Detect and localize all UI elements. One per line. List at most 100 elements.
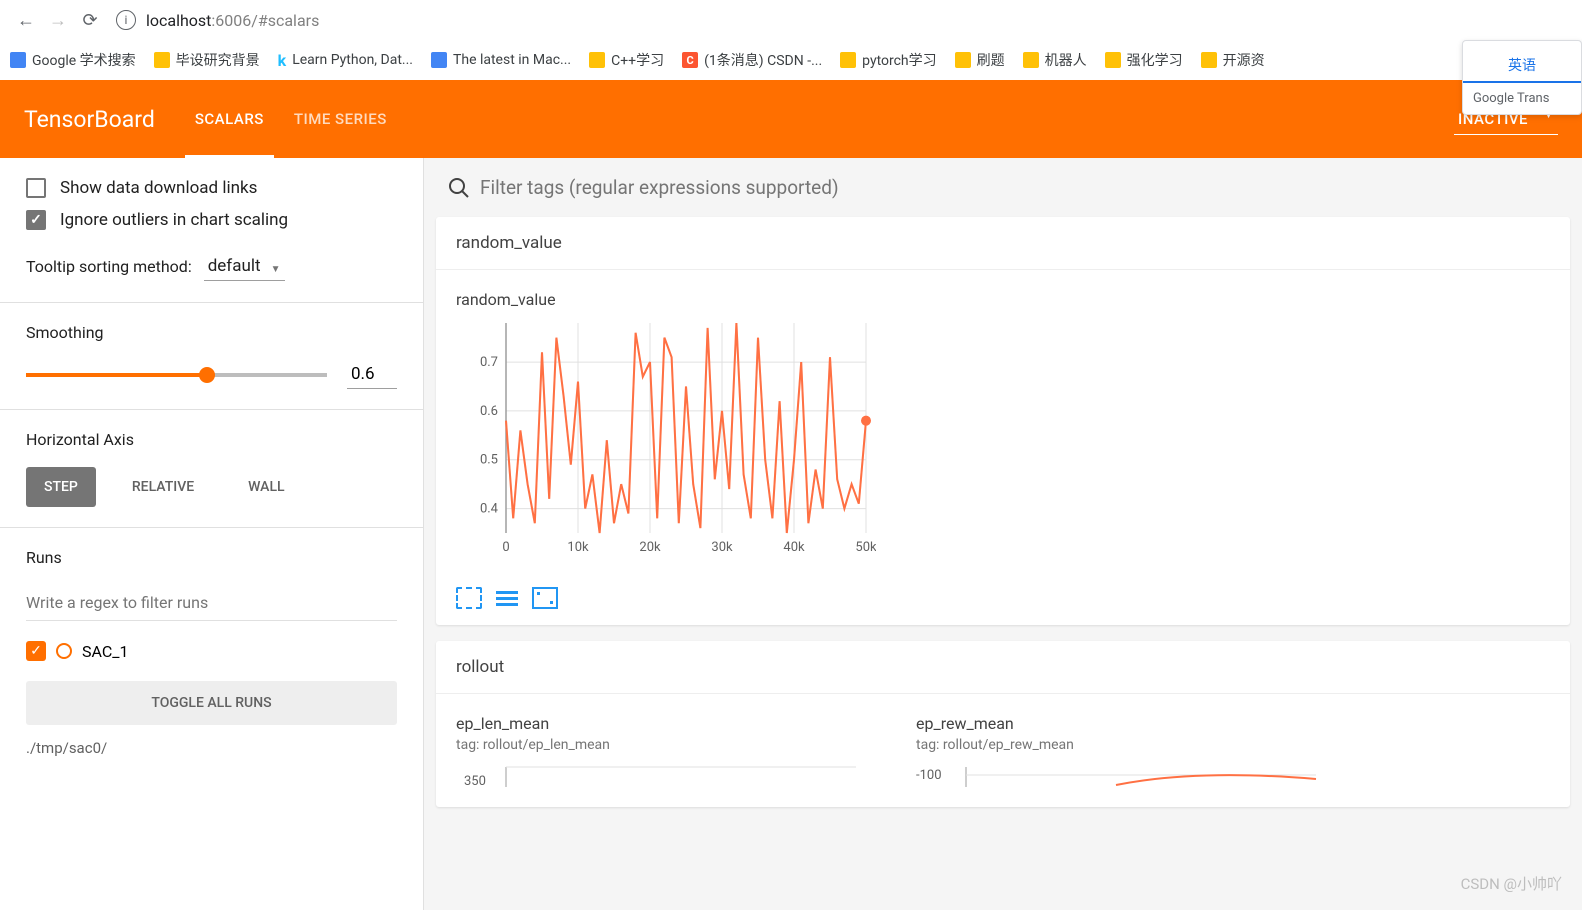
folder-icon [589,52,605,68]
bookmark-item[interactable]: The latest in Mac... [431,52,571,68]
google-translate-popup[interactable]: 英语 Google Trans [1462,40,1582,115]
tab-scalars[interactable]: SCALARS [195,80,264,158]
search-icon [448,177,470,199]
divider [0,409,423,410]
bookmark-label: 开源资 [1223,50,1265,70]
bookmark-item[interactable]: 开源资 [1201,50,1265,70]
site-icon [10,52,26,68]
tooltip-sort-label: Tooltip sorting method: [26,257,192,276]
expand-chart-icon[interactable] [456,587,482,609]
bookmark-label: 毕设研究背景 [176,50,260,70]
card-rollout: rollout ep_len_mean tag: rollout/ep_len_… [436,641,1570,807]
smoothing-slider[interactable] [26,373,327,377]
svg-text:10k: 10k [567,540,589,555]
show-download-label: Show data download links [60,178,257,198]
header-tabs: SCALARS TIME SERIES [195,80,387,158]
chart-ep-rew-mean[interactable]: -100 [916,757,1336,787]
divider [0,302,423,303]
ignore-outliers-checkbox[interactable] [26,210,46,230]
toggle-all-runs-button[interactable]: TOGGLE ALL RUNS [26,681,397,725]
bookmark-item[interactable]: kLearn Python, Dat... [278,51,413,70]
back-button[interactable]: ← [10,4,42,36]
axis-button-group: STEP RELATIVE WALL [26,467,397,507]
tab-time-series[interactable]: TIME SERIES [294,80,387,158]
run-color-swatch [56,643,72,659]
svg-text:0.7: 0.7 [480,355,498,370]
axis-wall-button[interactable]: WALL [230,467,302,507]
svg-text:0.4: 0.4 [480,502,499,517]
run-name: SAC_1 [82,642,128,661]
bookmark-label: 强化学习 [1127,50,1183,70]
translate-brand: Google Trans [1463,83,1581,106]
run-path: ./tmp/sac0/ [26,739,397,757]
bookmark-item[interactable]: pytorch学习 [840,50,937,70]
smoothing-label: Smoothing [26,323,397,342]
svg-text:30k: 30k [711,540,733,555]
svg-text:50k: 50k [855,540,876,555]
address-bar[interactable]: i localhost:6006/#scalars [116,10,1572,30]
fit-domain-icon[interactable] [532,587,558,609]
csdn-icon: C [682,52,698,68]
folder-icon [1023,52,1039,68]
bookmark-item[interactable]: 毕设研究背景 [154,50,260,70]
bookmark-item[interactable]: 机器人 [1023,50,1087,70]
tag-filter-input[interactable] [480,176,1570,199]
svg-text:40k: 40k [783,540,805,555]
bookmark-item[interactable]: C++学习 [589,50,664,70]
card-random-value: random_value random_value 0 10k 20k 30k 40k 5… [436,217,1570,625]
card-header[interactable]: random_value [436,217,1570,270]
svg-text:0.6: 0.6 [480,404,498,419]
folder-icon [1105,52,1121,68]
divider [0,527,423,528]
kaggle-icon: k [278,51,287,70]
site-icon [431,52,447,68]
site-info-icon[interactable]: i [116,10,136,30]
folder-icon [1201,52,1217,68]
run-checkbox[interactable]: ✓ [26,641,46,661]
bookmark-label: 刷题 [977,50,1005,70]
show-download-checkbox[interactable] [26,178,46,198]
chart-random-value[interactable]: 010k20k30k40k50k0.40.50.60.7 [456,313,876,563]
bookmark-label: pytorch学习 [862,50,937,70]
folder-icon [955,52,971,68]
bookmark-item[interactable]: 刷题 [955,50,1005,70]
bookmark-label: Google 学术搜索 [32,50,136,70]
axis-relative-button[interactable]: RELATIVE [114,467,212,507]
svg-text:-100: -100 [916,768,942,783]
bookmark-label: The latest in Mac... [453,52,571,68]
chart-title: random_value [456,290,876,309]
smoothing-value-input[interactable] [347,360,397,389]
runs-label: Runs [26,548,397,567]
run-row[interactable]: ✓ SAC_1 [26,635,397,667]
tooltip-sort-select[interactable]: default [204,252,285,281]
sidebar: Show data download links Ignore outliers… [0,158,424,910]
bookmark-item[interactable]: 强化学习 [1105,50,1183,70]
bookmarks-bar: Google 学术搜索 毕设研究背景 kLearn Python, Dat... Th… [0,40,1582,80]
card-header[interactable]: rollout [436,641,1570,694]
folder-icon [840,52,856,68]
folder-icon [154,52,170,68]
bookmark-label: C++学习 [611,50,664,70]
svg-text:20k: 20k [639,540,661,555]
chart-title: ep_rew_mean [916,714,1336,733]
bookmark-item[interactable]: C(1条消息) CSDN -... [682,50,822,70]
toggle-lines-icon[interactable] [494,587,520,609]
tensorboard-header: TensorBoard SCALARSTIME SERIES INACTIVE [0,80,1582,158]
forward-button[interactable]: → [42,4,74,36]
reload-button[interactable]: ⟳ [74,4,106,36]
svg-text:350: 350 [464,774,486,787]
axis-step-button[interactable]: STEP [26,467,96,507]
bookmark-label: 机器人 [1045,50,1087,70]
svg-text:0: 0 [502,540,509,555]
chart-ep-len-mean[interactable]: 350 [456,757,876,787]
chart-subtitle: tag: rollout/ep_len_mean [456,737,876,753]
runs-filter-input[interactable] [26,585,397,621]
axis-label: Horizontal Axis [26,430,397,449]
url-text: localhost:6006/#scalars [146,11,319,30]
chart-subtitle: tag: rollout/ep_rew_mean [916,737,1336,753]
watermark: CSDN @小帅吖 [1461,873,1562,894]
bookmark-item[interactable]: Google 学术搜索 [10,50,136,70]
tensorboard-logo: TensorBoard [24,106,155,133]
content-area: random_value random_value 0 10k 20k 30k 40k 5… [424,158,1582,910]
translate-language[interactable]: 英语 [1463,49,1581,83]
